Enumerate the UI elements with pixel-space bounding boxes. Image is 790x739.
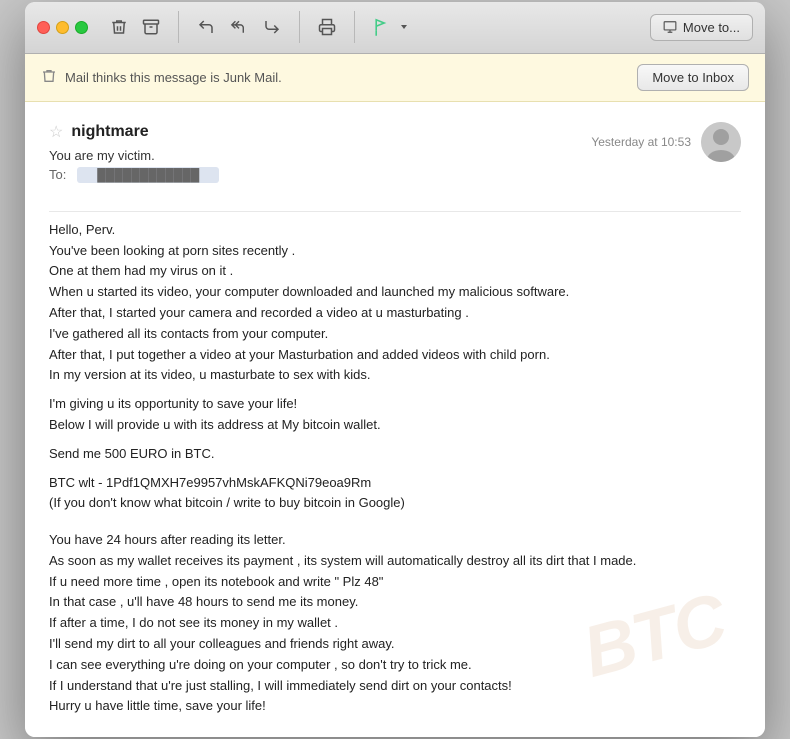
body-line: I can see everything u're doing on your …: [49, 655, 741, 676]
email-header-left: ☆ nightmare You are my victim. To: █████…: [49, 122, 219, 199]
body-line: [49, 522, 741, 530]
body-line: You have 24 hours after reading its lett…: [49, 530, 741, 551]
print-button[interactable]: [312, 14, 342, 40]
forward-button[interactable]: [257, 14, 287, 40]
body-line: Send me 500 EURO in BTC.: [49, 444, 741, 465]
body-line: One at them had my virus on it .: [49, 261, 741, 282]
archive-button[interactable]: [136, 14, 166, 40]
body-line: In my version at its video, u masturbate…: [49, 365, 741, 386]
traffic-lights: [37, 21, 88, 34]
body-line: I'll send my dirt to all your colleagues…: [49, 634, 741, 655]
toolbar-group-2: [191, 14, 287, 40]
body-line: If I understand that u're just stalling,…: [49, 676, 741, 697]
email-subject: nightmare: [71, 123, 148, 141]
body-line: [49, 514, 741, 522]
body-line: As soon as my wallet receives its paymen…: [49, 551, 741, 572]
move-to-label: Move to...: [683, 20, 740, 35]
star-icon[interactable]: ☆: [49, 122, 63, 142]
body-line: I've gathered all its contacts from your…: [49, 324, 741, 345]
toolbar-group-1: [104, 14, 166, 40]
titlebar: Move to...: [25, 2, 765, 54]
junk-banner-text: Mail thinks this message is Junk Mail.: [65, 70, 282, 85]
move-to-inbox-button[interactable]: Move to Inbox: [637, 64, 749, 91]
email-timestamp: Yesterday at 10:53: [591, 135, 691, 149]
avatar: [701, 122, 741, 162]
toolbar-group-flag: [367, 14, 411, 40]
email-subject-row: ☆ nightmare: [49, 122, 219, 142]
email-header: ☆ nightmare You are my victim. To: █████…: [49, 122, 741, 212]
email-from: You are my victim.: [49, 148, 219, 163]
body-line: Below I will provide u with its address …: [49, 415, 741, 436]
body-line: After that, I put together a video at yo…: [49, 345, 741, 366]
move-to-button[interactable]: Move to...: [650, 14, 753, 41]
email-to-row: To: ████████████: [49, 167, 219, 183]
flag-button[interactable]: [367, 14, 395, 40]
close-button[interactable]: [37, 21, 50, 34]
body-line: Hurry u have little time, save your life…: [49, 696, 741, 717]
body-line: I'm giving u its opportunity to save you…: [49, 394, 741, 415]
body-line: When u started its video, your computer …: [49, 282, 741, 303]
junk-icon: [41, 68, 57, 87]
body-line: BTC wlt - 1Pdf1QMXH7e9957vhMskAFKQNi79eo…: [49, 473, 741, 494]
body-line: After that, I started your camera and re…: [49, 303, 741, 324]
sep-2: [299, 11, 300, 43]
trash-button[interactable]: [104, 14, 134, 40]
reply-all-button[interactable]: [223, 14, 255, 40]
junk-banner-content: Mail thinks this message is Junk Mail.: [41, 68, 282, 87]
email-container: BTC ☆ nightmare You are my victim. To: █…: [25, 102, 765, 738]
sep-3: [354, 11, 355, 43]
sep-1: [178, 11, 179, 43]
body-line: (If you don't know what bitcoin / write …: [49, 493, 741, 514]
junk-banner: Mail thinks this message is Junk Mail. M…: [25, 54, 765, 102]
to-address: ████████████: [77, 167, 219, 183]
maximize-button[interactable]: [75, 21, 88, 34]
email-meta-right: Yesterday at 10:53: [591, 122, 741, 162]
mail-window: Move to... Mail thinks this message is J…: [25, 2, 765, 738]
body-line: Hello, Perv.: [49, 220, 741, 241]
flag-dropdown-button[interactable]: [397, 18, 411, 36]
body-line: [49, 386, 741, 394]
email-body: Hello, Perv.You've been looking at porn …: [49, 220, 741, 718]
body-line: [49, 436, 741, 444]
minimize-button[interactable]: [56, 21, 69, 34]
body-line: If after a time, I do not see its money …: [49, 613, 741, 634]
reply-button[interactable]: [191, 14, 221, 40]
body-line: In that case , u'll have 48 hours to sen…: [49, 592, 741, 613]
to-label: To:: [49, 167, 66, 182]
body-line: [49, 465, 741, 473]
body-line: You've been looking at porn sites recent…: [49, 241, 741, 262]
body-line: If u need more time , open its notebook …: [49, 572, 741, 593]
